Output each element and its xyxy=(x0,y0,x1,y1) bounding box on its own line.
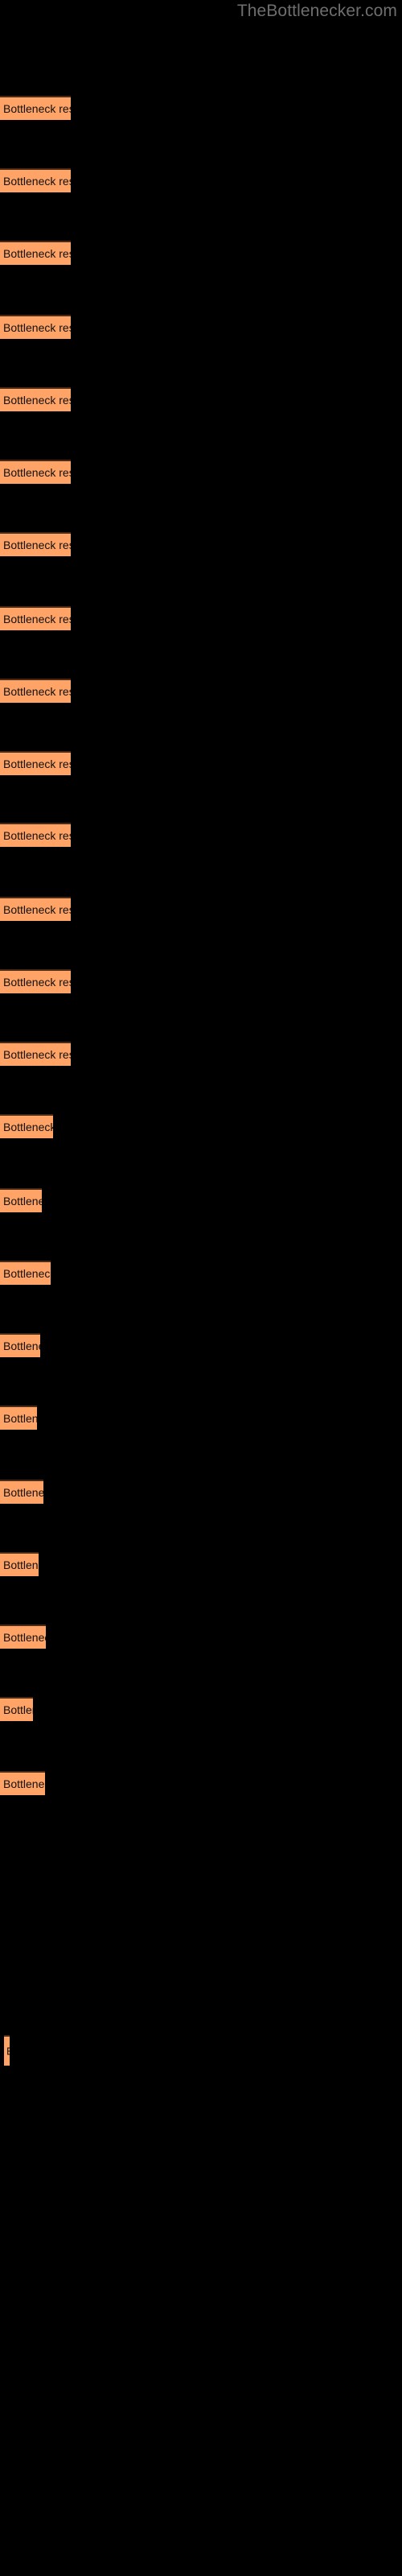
bar-row: Bottleneck result xyxy=(0,750,402,775)
bar-label: Bottleneck result xyxy=(3,1411,37,1425)
bar-label: Bottleneck result xyxy=(3,757,71,770)
bar-row: Bottleneck result xyxy=(0,1405,402,1430)
bar-label: Bottleneck result xyxy=(3,247,71,260)
bar-label: Bottleneck result xyxy=(3,538,71,551)
bar-label: Bottleneck result xyxy=(3,612,71,625)
bar-label: Bottleneck result xyxy=(3,1340,40,1352)
bar-bottleneck-result[interactable]: Bottleneck result xyxy=(0,1188,42,1213)
bar-label: Bottleneck result xyxy=(3,684,71,698)
bar-label: Bottleneck result xyxy=(3,321,71,334)
bar-bottleneck-result[interactable]: Bottleneck result xyxy=(0,1261,51,1286)
bar-bottleneck-result[interactable]: Bottleneck result xyxy=(0,1479,43,1504)
bottleneck-bar-chart: TheBottlenecker.com Bottleneck resultBot… xyxy=(0,0,402,2576)
bar-row: Bottleneck result xyxy=(0,1479,402,1504)
bar-bottleneck-result[interactable]: Bottleneck result xyxy=(0,1405,37,1430)
chart-legend: Bottleneck result xyxy=(4,2035,10,2066)
chart-plot-area: Bottleneck result Bottleneck result Bottle… xyxy=(0,0,402,1852)
bar-bottleneck-result[interactable]: Bottleneck result xyxy=(0,531,71,556)
bar-row: Bottleneck result xyxy=(0,1114,402,1139)
bar-label: Bottleneck result xyxy=(3,1703,33,1716)
bar-row: Bottleneck result xyxy=(0,1696,402,1721)
legend-swatch-bottleneck-result: Bottleneck result xyxy=(4,2035,10,2066)
bar-row: Bottleneck result xyxy=(0,1333,402,1357)
bar-row: Bottleneck result xyxy=(0,459,402,484)
bar-row: Bottleneck result xyxy=(0,823,402,848)
bar-bottleneck-result[interactable]: Bottleneck result xyxy=(0,1114,53,1139)
bar-row: Bottleneck result xyxy=(0,1551,402,1576)
bar-bottleneck-result[interactable]: Bottleneck result xyxy=(0,823,71,848)
bar-row: Bottleneck result xyxy=(0,1624,402,1649)
bar-label: Bottleneck result xyxy=(3,175,71,188)
bar-bottleneck-result[interactable]: Bottleneck result xyxy=(0,1624,46,1649)
bar-bottleneck-result[interactable]: Bottleneck result xyxy=(0,969,71,994)
bar-row: Bottleneck result xyxy=(0,1261,402,1286)
bar-row: Bottleneck result xyxy=(0,605,402,630)
legend-label-bottleneck-result: Bottleneck result xyxy=(6,2046,10,2058)
bar-row: Bottleneck result xyxy=(0,168,402,193)
bar-bottleneck-result[interactable]: Bottleneck result xyxy=(0,315,71,339)
bar-bottleneck-result[interactable]: Bottleneck result xyxy=(0,241,71,265)
bar-row: Bottleneck result xyxy=(0,315,402,339)
bar-label: Bottleneck result xyxy=(3,1267,51,1281)
bar-row: Bottleneck result xyxy=(0,678,402,703)
bar-row: Bottleneck result xyxy=(0,1770,402,1795)
bar-label: Bottleneck result xyxy=(3,1630,46,1644)
bar-label: Bottleneck result xyxy=(3,1777,45,1790)
bar-bottleneck-result[interactable]: Bottleneck result xyxy=(0,678,71,703)
bar-bottleneck-result[interactable]: Bottleneck result xyxy=(0,1696,33,1721)
bar-row: Bottleneck result xyxy=(0,1042,402,1067)
bar-row: Bottleneck result xyxy=(0,969,402,994)
bar-bottleneck-result[interactable]: Bottleneck result xyxy=(0,1551,39,1576)
bar-label: Bottleneck result xyxy=(3,976,71,989)
bar-label: Bottleneck result xyxy=(3,1048,71,1062)
bar-bottleneck-result[interactable]: Bottleneck result xyxy=(0,459,71,484)
bar-label: Bottleneck result xyxy=(3,102,71,116)
bar-label: Bottleneck result xyxy=(3,903,71,917)
bar-label: Bottleneck result xyxy=(3,465,71,479)
bar-bottleneck-result[interactable]: Bottleneck result xyxy=(0,1770,45,1795)
bar-label: Bottleneck result xyxy=(3,1121,53,1134)
bar-label: Bottleneck result xyxy=(3,829,71,843)
bar-row: Bottleneck result xyxy=(0,531,402,556)
bar-label: Bottleneck result xyxy=(3,1485,43,1499)
bar-row: Bottleneck result xyxy=(0,897,402,922)
bar-bottleneck-result[interactable]: Bottleneck result xyxy=(0,750,71,775)
bar-label: Bottleneck result xyxy=(3,393,71,407)
bar-row: Bottleneck result xyxy=(0,241,402,265)
bar-bottleneck-result[interactable]: Bottleneck result xyxy=(0,168,71,193)
bar-row: Bottleneck result xyxy=(0,386,402,411)
bar-row: Bottleneck result xyxy=(0,96,402,121)
bar-bottleneck-result[interactable]: Bottleneck result xyxy=(0,386,71,411)
bar-label: Bottleneck result xyxy=(3,1195,42,1208)
bar-bottleneck-result[interactable]: Bottleneck result xyxy=(0,897,71,922)
bar-bottleneck-result[interactable]: Bottleneck result xyxy=(0,1042,71,1067)
bar-row: Bottleneck result xyxy=(0,1188,402,1213)
bar-bottleneck-result[interactable]: Bottleneck result xyxy=(0,1333,40,1357)
bar-label: Bottleneck result xyxy=(3,1558,39,1571)
bar-bottleneck-result[interactable]: Bottleneck result xyxy=(0,605,71,630)
bar-bottleneck-result[interactable]: Bottleneck result xyxy=(0,96,71,121)
